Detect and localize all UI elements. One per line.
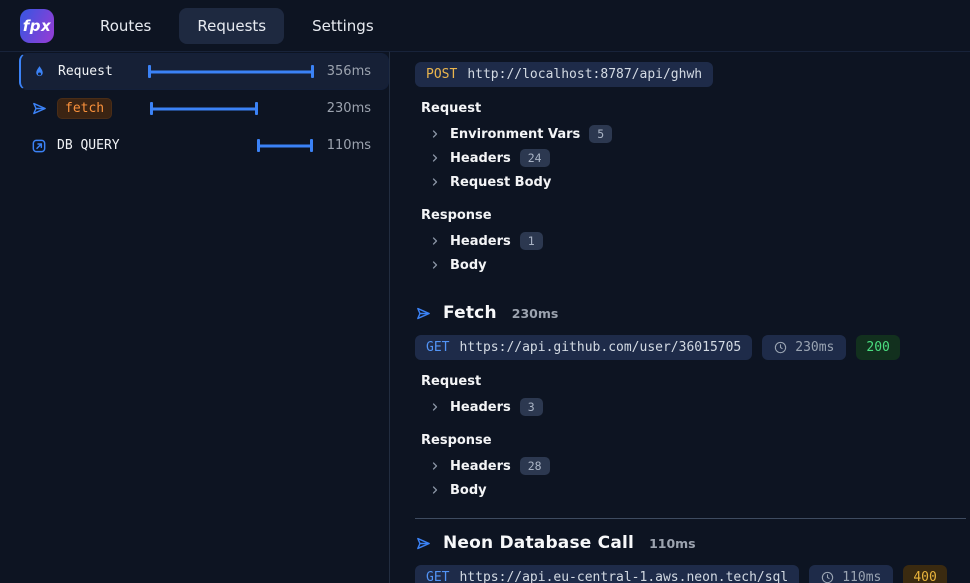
collapse-item-headers[interactable]: Headers 1 [415, 229, 970, 253]
collapse-item-headers[interactable]: Headers 24 [415, 146, 970, 170]
section-divider [415, 518, 966, 519]
fpx-logo[interactable]: fpx [20, 9, 54, 43]
neon-span-header: Neon Database Call 110ms [415, 533, 970, 553]
timeline-row-label: Request [58, 64, 144, 79]
collapse-item-headers[interactable]: Headers 3 [415, 395, 970, 419]
collapse-item-label: Headers [450, 151, 511, 166]
latency-value: 110ms [842, 570, 881, 583]
http-method: GET [426, 570, 449, 583]
status-badge: 200 [856, 335, 899, 360]
nav-item-requests[interactable]: Requests [179, 8, 284, 44]
timeline-row-duration: 110ms [325, 138, 371, 153]
timeline-row-duration: 230ms [325, 101, 371, 116]
count-badge: 3 [520, 398, 543, 416]
timeline-track [143, 102, 315, 116]
request-url: https://api.eu-central-1.aws.neon.tech/s… [459, 570, 788, 583]
span-duration: 230ms [512, 306, 559, 321]
nav-item-routes[interactable]: Routes [82, 8, 169, 44]
collapse-item-label: Body [450, 258, 487, 273]
collapse-item-label: Headers [450, 459, 511, 474]
details-panel: POST http://localhost:8787/api/ghwh Requ… [390, 52, 970, 583]
fetch-url-pill: GET https://api.github.com/user/36015705 [415, 335, 752, 360]
count-badge: 24 [520, 149, 550, 167]
timeline-row-db-query[interactable]: DB QUERY 110ms [19, 127, 389, 164]
chevron-right-icon [429, 176, 441, 188]
collapse-item-request-body[interactable]: Request Body [415, 170, 970, 194]
collapse-item-body[interactable]: Body [415, 253, 970, 277]
fetch-url-row: GET https://api.github.com/user/36015705… [415, 335, 970, 360]
response-section-title: Response [421, 208, 970, 223]
span-title: Neon Database Call [443, 533, 634, 553]
root-request-url-row: POST http://localhost:8787/api/ghwh [415, 62, 970, 87]
latency-value: 230ms [795, 340, 834, 355]
collapse-item-label: Environment Vars [450, 127, 580, 142]
collapse-item-label: Request Body [450, 175, 551, 190]
waterfall-bar [151, 107, 258, 110]
timeline-row-duration: 356ms [325, 64, 371, 79]
timeline-track [144, 65, 315, 79]
count-badge: 1 [520, 232, 543, 250]
collapse-item-label: Body [450, 483, 487, 498]
chevron-right-icon [429, 484, 441, 496]
request-url: http://localhost:8787/api/ghwh [467, 67, 702, 82]
chevron-right-icon [429, 401, 441, 413]
collapse-item-body[interactable]: Body [415, 478, 970, 502]
waterfall-bar [258, 144, 311, 147]
request-section-title: Request [421, 101, 970, 116]
root-request-url-pill: POST http://localhost:8787/api/ghwh [415, 62, 713, 87]
status-badge: 400 [903, 565, 946, 583]
collapse-item-headers[interactable]: Headers 28 [415, 454, 970, 478]
chevron-right-icon [429, 460, 441, 472]
request-url: https://api.github.com/user/36015705 [459, 340, 741, 355]
collapse-item-label: Headers [450, 400, 511, 415]
database-icon [31, 137, 48, 154]
send-icon [415, 305, 432, 322]
timeline-row-request[interactable]: Request 356ms [19, 53, 389, 90]
timeline-row-fetch[interactable]: fetch 230ms [19, 90, 389, 127]
collapse-item-label: Headers [450, 234, 511, 249]
timeline-row-label: fetch [57, 98, 143, 120]
waterfall-bar [149, 70, 313, 73]
request-section-title: Request [421, 374, 970, 389]
send-icon [31, 100, 48, 117]
send-icon [415, 535, 432, 552]
timeline-track [143, 139, 315, 153]
collapse-item-environment-vars[interactable]: Environment Vars 5 [415, 122, 970, 146]
timeline-panel: Request 356ms fetch 230ms [0, 52, 390, 583]
span-duration: 110ms [649, 536, 696, 551]
nav-item-settings[interactable]: Settings [294, 8, 392, 44]
latency-pill: 230ms [762, 335, 846, 360]
main-content: Request 356ms fetch 230ms [0, 52, 970, 583]
neon-url-pill: GET https://api.eu-central-1.aws.neon.te… [415, 565, 799, 583]
count-badge: 28 [520, 457, 550, 475]
clock-icon [774, 341, 787, 354]
span-title: Fetch [443, 303, 497, 323]
neon-url-row: GET https://api.eu-central-1.aws.neon.te… [415, 565, 970, 583]
chevron-right-icon [429, 128, 441, 140]
timeline-row-label: DB QUERY [57, 138, 143, 153]
droplet-icon [32, 63, 49, 80]
clock-icon [821, 571, 834, 583]
chevron-right-icon [429, 152, 441, 164]
http-method: GET [426, 340, 449, 355]
latency-pill: 110ms [809, 565, 893, 583]
response-section-title: Response [421, 433, 970, 448]
count-badge: 5 [589, 125, 612, 143]
http-method: POST [426, 67, 457, 82]
fetch-code-badge: fetch [57, 98, 112, 120]
fetch-span-header: Fetch 230ms [415, 303, 970, 323]
chevron-right-icon [429, 235, 441, 247]
chevron-right-icon [429, 259, 441, 271]
navbar: fpx Routes Requests Settings [0, 0, 970, 52]
